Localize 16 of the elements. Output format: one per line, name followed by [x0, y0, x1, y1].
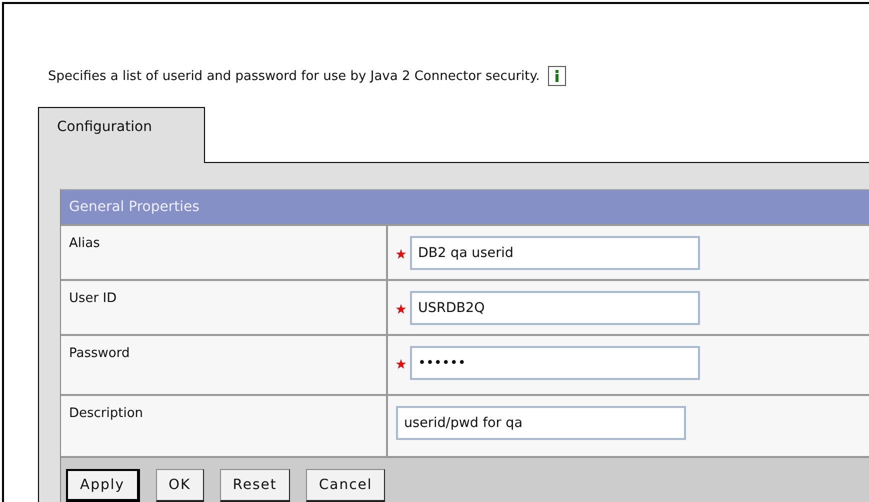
text-field[interactable]: DB2 qa userid: [410, 236, 700, 270]
text-field[interactable]: userid/pwd for qa: [396, 406, 686, 440]
configuration-tab[interactable]: Configuration: [38, 107, 205, 163]
text-field[interactable]: ••••••: [410, 346, 700, 380]
section-header: General Properties: [61, 189, 869, 226]
text-field[interactable]: USRDB2Q: [410, 291, 700, 325]
field-label: Description: [69, 406, 144, 421]
field-label: Alias: [69, 236, 100, 251]
form-button[interactable]: Apply: [66, 468, 140, 502]
field-label: User ID: [69, 291, 117, 306]
page-description: Specifies a list of userid and password for use by Java 2 Connector security.: [48, 68, 540, 84]
form-button[interactable]: Reset: [220, 468, 290, 502]
form-button[interactable]: OK: [156, 468, 204, 502]
info-icon[interactable]: [548, 66, 566, 86]
form-button[interactable]: Cancel: [306, 468, 386, 502]
field-label: Password: [69, 346, 130, 361]
